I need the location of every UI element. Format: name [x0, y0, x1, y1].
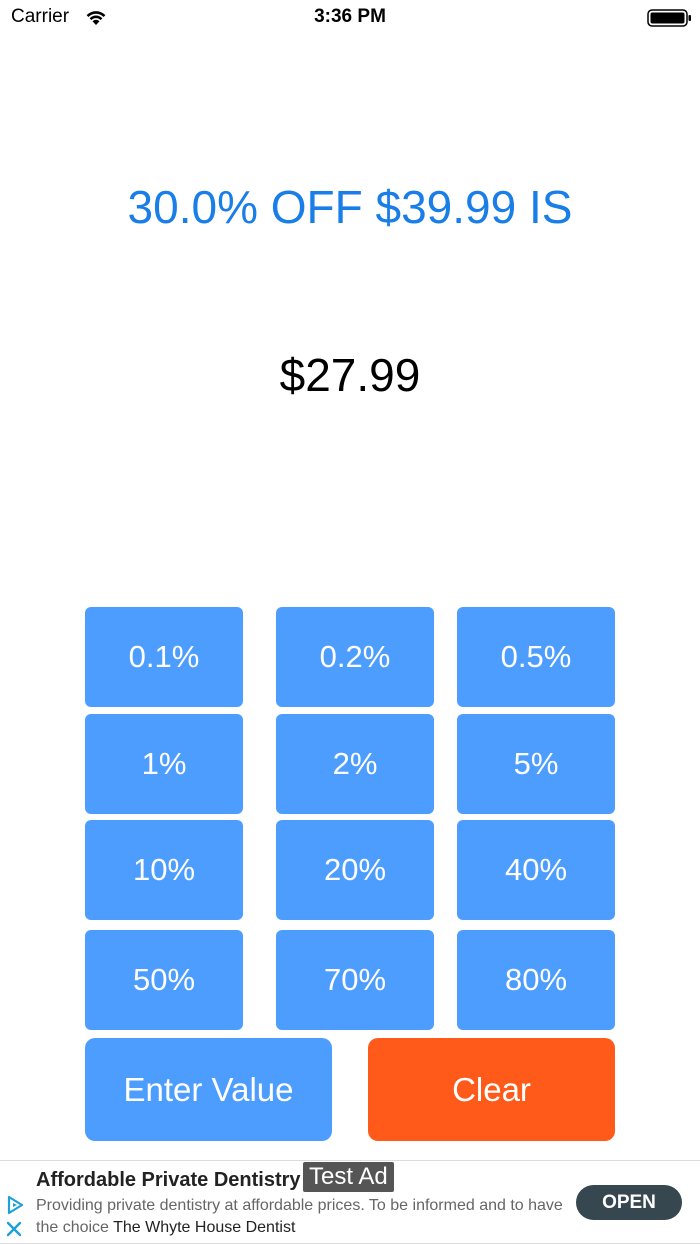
- status-bar: Carrier 3:36 PM: [0, 0, 700, 40]
- ad-badge: Test Ad: [303, 1162, 394, 1192]
- ad-open-button[interactable]: OPEN: [576, 1185, 682, 1220]
- percent-button-2[interactable]: 2%: [276, 714, 434, 814]
- percent-button-5[interactable]: 5%: [457, 714, 615, 814]
- percent-button-50[interactable]: 50%: [85, 930, 243, 1030]
- ad-title[interactable]: Affordable Private Dentistry: [36, 1169, 301, 1192]
- clock: 3:36 PM: [314, 6, 386, 27]
- ad-close-icon[interactable]: [6, 1221, 22, 1237]
- percent-button-10[interactable]: 10%: [85, 820, 243, 920]
- percent-button-0-1[interactable]: 0.1%: [85, 607, 243, 707]
- enter-value-button[interactable]: Enter Value: [85, 1038, 332, 1141]
- percent-button-40[interactable]: 40%: [457, 820, 615, 920]
- percent-button-70[interactable]: 70%: [276, 930, 434, 1030]
- percent-button-1[interactable]: 1%: [85, 714, 243, 814]
- result-price: $27.99: [279, 349, 421, 401]
- battery-icon: [647, 9, 691, 27]
- ad-banner[interactable]: Affordable Private Dentistry Test Ad Pro…: [0, 1160, 700, 1244]
- clear-button[interactable]: Clear: [368, 1038, 615, 1141]
- discount-headline: 30.0% OFF $39.99 IS: [127, 181, 573, 233]
- ad-advertiser: The Whyte House Dentist: [113, 1219, 296, 1236]
- percent-button-0-2[interactable]: 0.2%: [276, 607, 434, 707]
- ad-body[interactable]: Providing private dentistry at affordabl…: [36, 1195, 571, 1239]
- percent-button-0-5[interactable]: 0.5%: [457, 607, 615, 707]
- percent-button-80[interactable]: 80%: [457, 930, 615, 1030]
- percent-button-20[interactable]: 20%: [276, 820, 434, 920]
- ad-choices-icon[interactable]: [5, 1195, 25, 1215]
